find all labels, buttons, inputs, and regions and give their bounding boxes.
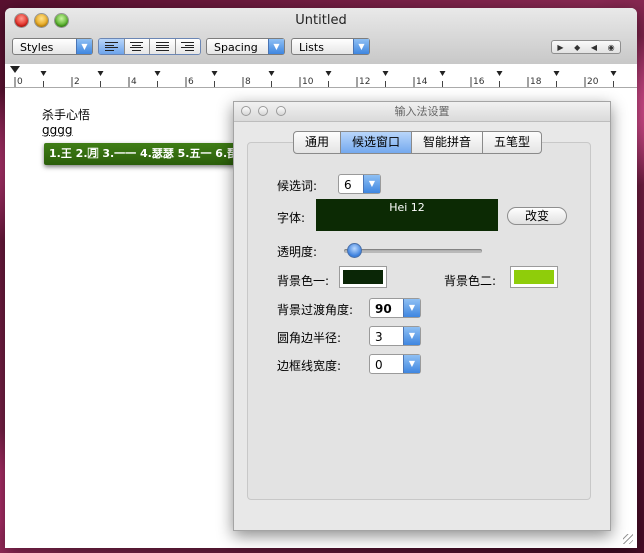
panel-title: 输入法设置 [234, 102, 610, 122]
ruler-tick-label: 12 [359, 77, 370, 87]
gradient-angle-value: 90 [375, 302, 392, 316]
margin-marker-icon[interactable] [10, 66, 20, 73]
panel-minimize-button[interactable] [258, 106, 268, 116]
candidate-count-select[interactable]: 6 ▼ [338, 174, 381, 194]
chevron-down-icon: ▼ [268, 39, 284, 54]
bg-color-1-label: 背景色一: [277, 274, 330, 288]
border-width-label: 边框线宽度: [277, 359, 342, 373]
panel-zoom-button[interactable] [276, 106, 286, 116]
chevron-down-icon: ▼ [76, 39, 92, 54]
ruler-tick-label: 18 [530, 77, 542, 87]
lists-popup[interactable]: Lists ▼ [291, 38, 370, 55]
corner-radius-select[interactable]: 3 ▼ [369, 326, 421, 346]
tab-stops-control: ▶ ◆ ◀ ◉ [551, 40, 621, 54]
ruler-scale: 0 2 4 6 8 10 12 14 16 18 20 [10, 66, 617, 87]
chevron-down-icon: ▼ [403, 355, 420, 373]
window-titlebar: Untitled Styles ▼ Spacing ▼ Lists ▼ ▶ ◆ … [5, 8, 637, 65]
right-tab-stop-icon[interactable]: ◀ [591, 43, 597, 52]
center-tab-stop-icon[interactable]: ◆ [574, 43, 580, 52]
settings-tabs: 通用 候选窗口 智能拼音 五笔型 [293, 131, 543, 154]
chevron-down-icon: ▼ [403, 299, 420, 317]
candidate-count-value: 6 [344, 178, 352, 192]
ruler-tick-label: 10 [302, 77, 314, 87]
ruler-tick-label: 8 [245, 77, 251, 87]
ruler-tick-label: 6 [188, 77, 194, 87]
align-center-button[interactable] [124, 39, 150, 54]
chevron-down-icon: ▼ [353, 39, 369, 54]
bg-color-1-swatch [343, 270, 383, 284]
tab-candidate-window[interactable]: 候选窗口 [341, 132, 413, 153]
align-center-icon [130, 42, 144, 51]
border-width-value: 0 [375, 358, 383, 372]
align-left-button[interactable] [99, 39, 125, 54]
styles-popup-label: Styles [20, 41, 54, 54]
align-right-button[interactable] [175, 39, 200, 54]
ruler-tick-label: 0 [17, 77, 23, 87]
align-justify-icon [155, 42, 169, 51]
font-label: 字体: [277, 211, 306, 225]
gradient-angle-select[interactable]: 90 ▼ [369, 298, 421, 318]
tab-general[interactable]: 通用 [294, 132, 342, 153]
transparency-label: 透明度: [277, 245, 318, 259]
candidate-count-label: 候选词: [277, 179, 318, 193]
spacing-popup-label: Spacing [214, 41, 258, 54]
ruler[interactable]: 0 2 4 6 8 10 12 14 16 18 20 [5, 64, 637, 88]
bg-color-1-well[interactable] [339, 266, 387, 288]
tab-smart-pinyin[interactable]: 智能拼音 [412, 132, 484, 153]
settings-group-box [247, 142, 591, 500]
bg-color-2-label: 背景色二: [444, 274, 497, 288]
tab-wubi[interactable]: 五笔型 [483, 132, 541, 153]
decimal-tab-stop-icon[interactable]: ◉ [608, 43, 615, 52]
change-font-button[interactable]: 改变 [507, 207, 567, 225]
styles-popup[interactable]: Styles ▼ [12, 38, 93, 55]
bg-color-2-well[interactable] [510, 266, 558, 288]
ruler-tick-label: 14 [416, 77, 428, 87]
ruler-tick-label: 16 [473, 77, 485, 87]
panel-close-button[interactable] [241, 106, 251, 116]
transparency-slider[interactable] [344, 243, 482, 258]
bg-color-2-swatch [514, 270, 554, 284]
corner-radius-value: 3 [375, 330, 383, 344]
align-left-icon [104, 42, 118, 51]
chevron-down-icon: ▼ [403, 327, 420, 345]
border-width-select[interactable]: 0 ▼ [369, 354, 421, 374]
resize-grip-icon[interactable] [623, 534, 633, 544]
lists-popup-label: Lists [299, 41, 324, 54]
font-preview: Hei 12 [316, 199, 498, 231]
left-tab-stop-icon[interactable]: ▶ [557, 43, 563, 52]
document-line-1[interactable]: 杀手心悟 [42, 106, 90, 123]
candidate-window[interactable]: 1.王 2.🈷 3.一一 4.瑟瑟 5.五一 6.琵琶 [44, 143, 257, 165]
chevron-down-icon: ▼ [363, 175, 380, 193]
corner-radius-label: 圆角边半径: [277, 331, 342, 345]
ime-settings-panel: 输入法设置 通用 候选窗口 智能拼音 五笔型 候选词: 6 ▼ 字体: Hei … [233, 101, 611, 531]
alignment-control [98, 38, 201, 55]
align-justify-button[interactable] [150, 39, 176, 54]
ruler-tick-label: 20 [587, 77, 599, 87]
ruler-tick-label: 2 [74, 77, 80, 87]
gradient-angle-label: 背景过渡角度: [277, 303, 354, 317]
window-title: Untitled [295, 13, 347, 28]
align-right-icon [181, 42, 195, 51]
document-line-2[interactable]: gggg [42, 123, 72, 137]
slider-knob[interactable] [346, 243, 362, 258]
spacing-popup[interactable]: Spacing ▼ [206, 38, 285, 55]
ruler-tick-label: 4 [131, 77, 137, 87]
